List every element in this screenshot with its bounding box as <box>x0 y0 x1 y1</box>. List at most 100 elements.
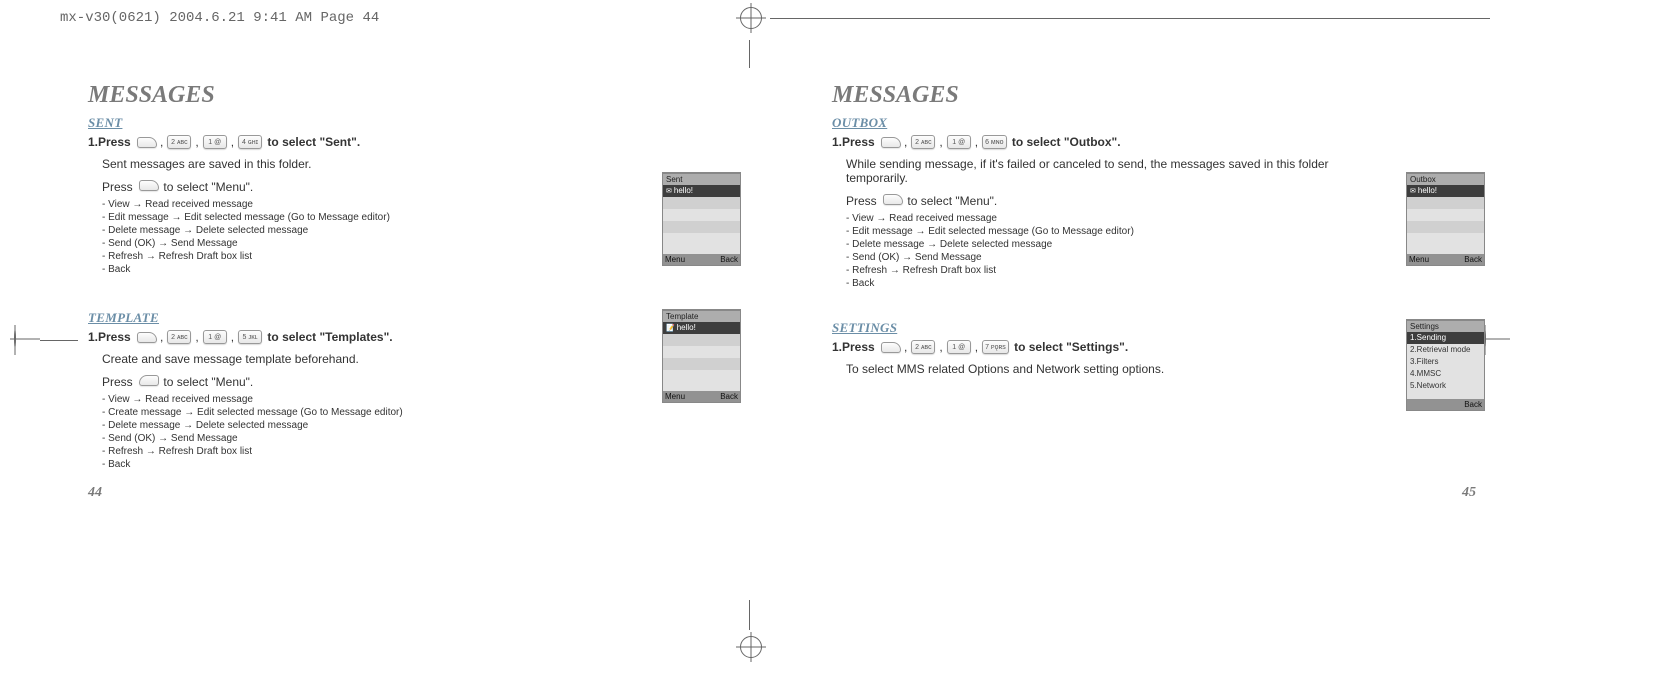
menu-item: - Refresh → Refresh Draft box list <box>102 445 732 458</box>
step-suffix: to select "Sent". <box>264 135 360 149</box>
soft-key-icon <box>137 136 155 148</box>
screen-row: 2.Retrieval mode <box>1407 344 1484 356</box>
section-desc: To select MMS related Options and Networ… <box>846 362 1476 376</box>
right-register <box>1484 330 1486 348</box>
left-register <box>14 330 16 348</box>
menu-item: - Delete message → Delete selected messa… <box>846 238 1476 251</box>
screen-row: 4.MMSC <box>1407 368 1484 380</box>
menu-item: - Refresh → Refresh Draft box list <box>102 250 732 263</box>
screen-row-empty <box>663 346 740 358</box>
screen-row: ✉hello! <box>1407 185 1484 197</box>
page-title: MESSAGES <box>832 82 1476 109</box>
menu-list: - View → Read received message - Edit me… <box>102 198 732 276</box>
fold-mark-top <box>749 40 750 68</box>
screen-fill <box>1407 233 1484 254</box>
screen-title: Settings <box>1407 320 1484 332</box>
softkey-label-right: Back <box>720 391 738 402</box>
step-prefix: 1.Press <box>88 135 131 149</box>
screen-title: Outbox <box>1407 173 1484 185</box>
screen-footer: Back <box>1407 399 1484 410</box>
screen-row-empty <box>1407 221 1484 233</box>
step-line: 1.Press , 2 ᴀʙᴄ, 1 @, 7 ᴘǫʀs to select "… <box>832 340 1476 354</box>
menu-list: - View → Read received message - Create … <box>102 393 732 471</box>
step-line: 1.Press , 2 ᴀʙᴄ, 1 @, 4 ɢʜɪ to select "S… <box>88 135 732 149</box>
crop-line <box>770 18 1490 19</box>
press-menu-line: Press to select "Menu". <box>846 193 1476 208</box>
section-desc: While sending message, if it's failed or… <box>846 157 1366 185</box>
screen-row: 3.Filters <box>1407 356 1484 368</box>
keypad-key: 1 @ <box>203 330 227 344</box>
step-line: 1.Press , 2 ᴀʙᴄ, 1 @, 6 ᴍɴᴏ to select "O… <box>832 135 1476 149</box>
step-prefix: 1.Press <box>832 340 875 354</box>
menu-item: - Back <box>102 458 732 471</box>
menu-list: - View → Read received message - Edit me… <box>846 212 1476 290</box>
screen-row-empty <box>663 209 740 221</box>
screen-footer: Menu Back <box>663 391 740 402</box>
register-target-icon <box>1484 329 1486 348</box>
menu-item: - Delete message → Delete selected messa… <box>102 419 732 432</box>
softkey-label-right: Back <box>1464 399 1482 410</box>
soft-key-icon <box>139 179 157 191</box>
menu-item: - Send (OK) → Send Message <box>102 432 732 445</box>
screen-title: Template <box>663 310 740 322</box>
screen-row-empty <box>663 334 740 346</box>
section-heading: OUTBOX <box>832 115 1476 131</box>
section-sent: SENT 1.Press , 2 ᴀʙᴄ, 1 @, 4 ɢʜɪ to sele… <box>88 115 732 276</box>
soft-key-icon <box>883 193 901 205</box>
section-settings: SETTINGS 1.Press , 2 ᴀʙᴄ, 1 @, 7 ᴘǫʀs to… <box>832 320 1476 376</box>
keypad-key: 1 @ <box>203 135 227 149</box>
step-suffix: to select "Settings". <box>1011 340 1128 354</box>
screen-row-empty <box>663 221 740 233</box>
keypad-key: 7 ᴘǫʀs <box>982 340 1009 354</box>
page-left: MESSAGES SENT 1.Press , 2 ᴀʙᴄ, 1 @, 4 ɢʜ… <box>88 70 732 471</box>
step-suffix: to select "Outbox". <box>1009 135 1121 149</box>
keypad-key: 1 @ <box>947 340 971 354</box>
screen-footer: Menu Back <box>663 254 740 265</box>
section-desc: Sent messages are saved in this folder. <box>102 157 732 171</box>
menu-item: - Refresh → Refresh Draft box list <box>846 264 1476 277</box>
screen-row-empty <box>663 358 740 370</box>
menu-item: - Send (OK) → Send Message <box>102 237 732 250</box>
screen-fill <box>663 370 740 391</box>
step-line: 1.Press , 2 ᴀʙᴄ, 1 @, 5 ᴊᴋʟ to select "T… <box>88 330 732 344</box>
phone-screen-outbox: Outbox ✉hello! Menu Back <box>1407 173 1484 265</box>
register-target-icon <box>740 636 762 658</box>
screen-row-empty <box>663 197 740 209</box>
page-right: MESSAGES OUTBOX 1.Press , 2 ᴀʙᴄ, 1 @, 6 … <box>832 70 1476 471</box>
screen-fill <box>663 233 740 254</box>
press-menu-line: Press to select "Menu". <box>102 179 732 194</box>
keypad-key: 4 ɢʜɪ <box>238 135 262 149</box>
keypad-key: 2 ᴀʙᴄ <box>911 340 935 354</box>
softkey-label-left: Menu <box>665 254 685 265</box>
screen-fill <box>1407 392 1484 399</box>
menu-item: - View → Read received message <box>102 198 732 211</box>
screen-row: 1.Sending <box>1407 332 1484 344</box>
phone-screen-settings: Settings 1.Sending 2.Retrieval mode 3.Fi… <box>1407 320 1484 410</box>
section-desc: Create and save message template beforeh… <box>102 352 732 366</box>
screen-title: Sent <box>663 173 740 185</box>
screen-row: 📝hello! <box>663 322 740 334</box>
keypad-key: 1 @ <box>947 135 971 149</box>
keypad-key: 6 ᴍɴᴏ <box>982 135 1006 149</box>
soft-key-icon <box>139 374 157 386</box>
menu-item: - Delete message → Delete selected messa… <box>102 224 732 237</box>
register-target-icon <box>14 329 16 348</box>
soft-key-icon <box>881 341 899 353</box>
keypad-key: 2 ᴀʙᴄ <box>911 135 935 149</box>
menu-item: - Back <box>102 263 732 276</box>
menu-item: - Create message → Edit selected message… <box>102 406 732 419</box>
page-number: 44 <box>88 485 102 501</box>
step-prefix: 1.Press <box>832 135 875 149</box>
screen-footer: Menu Back <box>1407 254 1484 265</box>
page-number: 45 <box>1462 485 1476 501</box>
crop-mark-text: mx-v30(0621) 2004.6.21 9:41 AM Page 44 <box>60 10 379 26</box>
softkey-label-right: Back <box>720 254 738 265</box>
step-suffix: to select "Templates". <box>264 330 393 344</box>
bottom-register-row <box>740 636 762 658</box>
section-heading: SETTINGS <box>832 320 1476 336</box>
keypad-key: 5 ᴊᴋʟ <box>238 330 262 344</box>
menu-item: - Send (OK) → Send Message <box>846 251 1476 264</box>
step-prefix: 1.Press <box>88 330 131 344</box>
msg-icon: 📝 <box>666 324 675 334</box>
soft-key-icon <box>881 136 899 148</box>
